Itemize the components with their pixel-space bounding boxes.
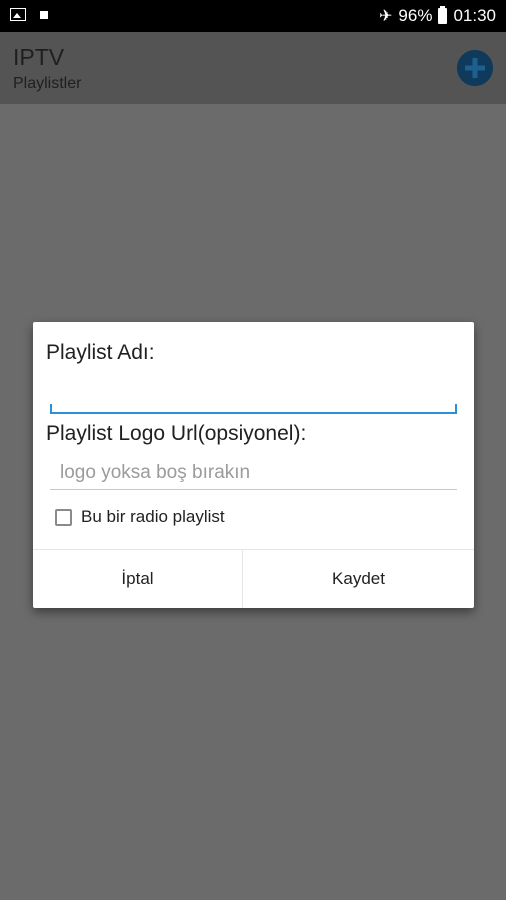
- battery-icon: [438, 6, 448, 24]
- app-bar: IPTV Playlistler: [0, 32, 506, 104]
- app-title: IPTV: [13, 44, 65, 70]
- photo-icon: [10, 8, 26, 21]
- app-subtitle: Playlistler: [13, 75, 82, 92]
- status-left: [10, 8, 48, 21]
- battery-percent: 96%: [398, 6, 433, 25]
- notification-square-icon: [40, 10, 48, 19]
- playlist-name-label: Playlist Adı:: [46, 341, 155, 364]
- status-right: ✈ 96% 01:30: [379, 6, 496, 26]
- screen: ✈ 96% 01:30 IPTV Playlistler Playlist Ad…: [0, 0, 506, 900]
- save-button[interactable]: Kaydet: [243, 550, 474, 608]
- input-edge-right: [455, 404, 457, 412]
- status-bar: ✈ 96% 01:30: [0, 0, 506, 32]
- radio-playlist-label: Bu bir radio playlist: [81, 507, 225, 526]
- plus-circle-icon: [457, 50, 493, 86]
- radio-playlist-row[interactable]: Bu bir radio playlist: [55, 507, 225, 527]
- playlist-logo-label: Playlist Logo Url(opsiyonel):: [46, 422, 307, 445]
- input-edge-left: [50, 404, 52, 412]
- playlist-name-input[interactable]: [50, 378, 457, 414]
- airplane-icon: ✈: [379, 8, 393, 25]
- clock: 01:30: [453, 6, 496, 25]
- cancel-button[interactable]: İptal: [33, 550, 242, 608]
- radio-playlist-checkbox[interactable]: [55, 508, 72, 526]
- add-playlist-button[interactable]: [457, 50, 493, 86]
- add-playlist-dialog: Playlist Adı: Playlist Logo Url(opsiyone…: [33, 322, 474, 608]
- playlist-logo-url-input[interactable]: [50, 456, 457, 490]
